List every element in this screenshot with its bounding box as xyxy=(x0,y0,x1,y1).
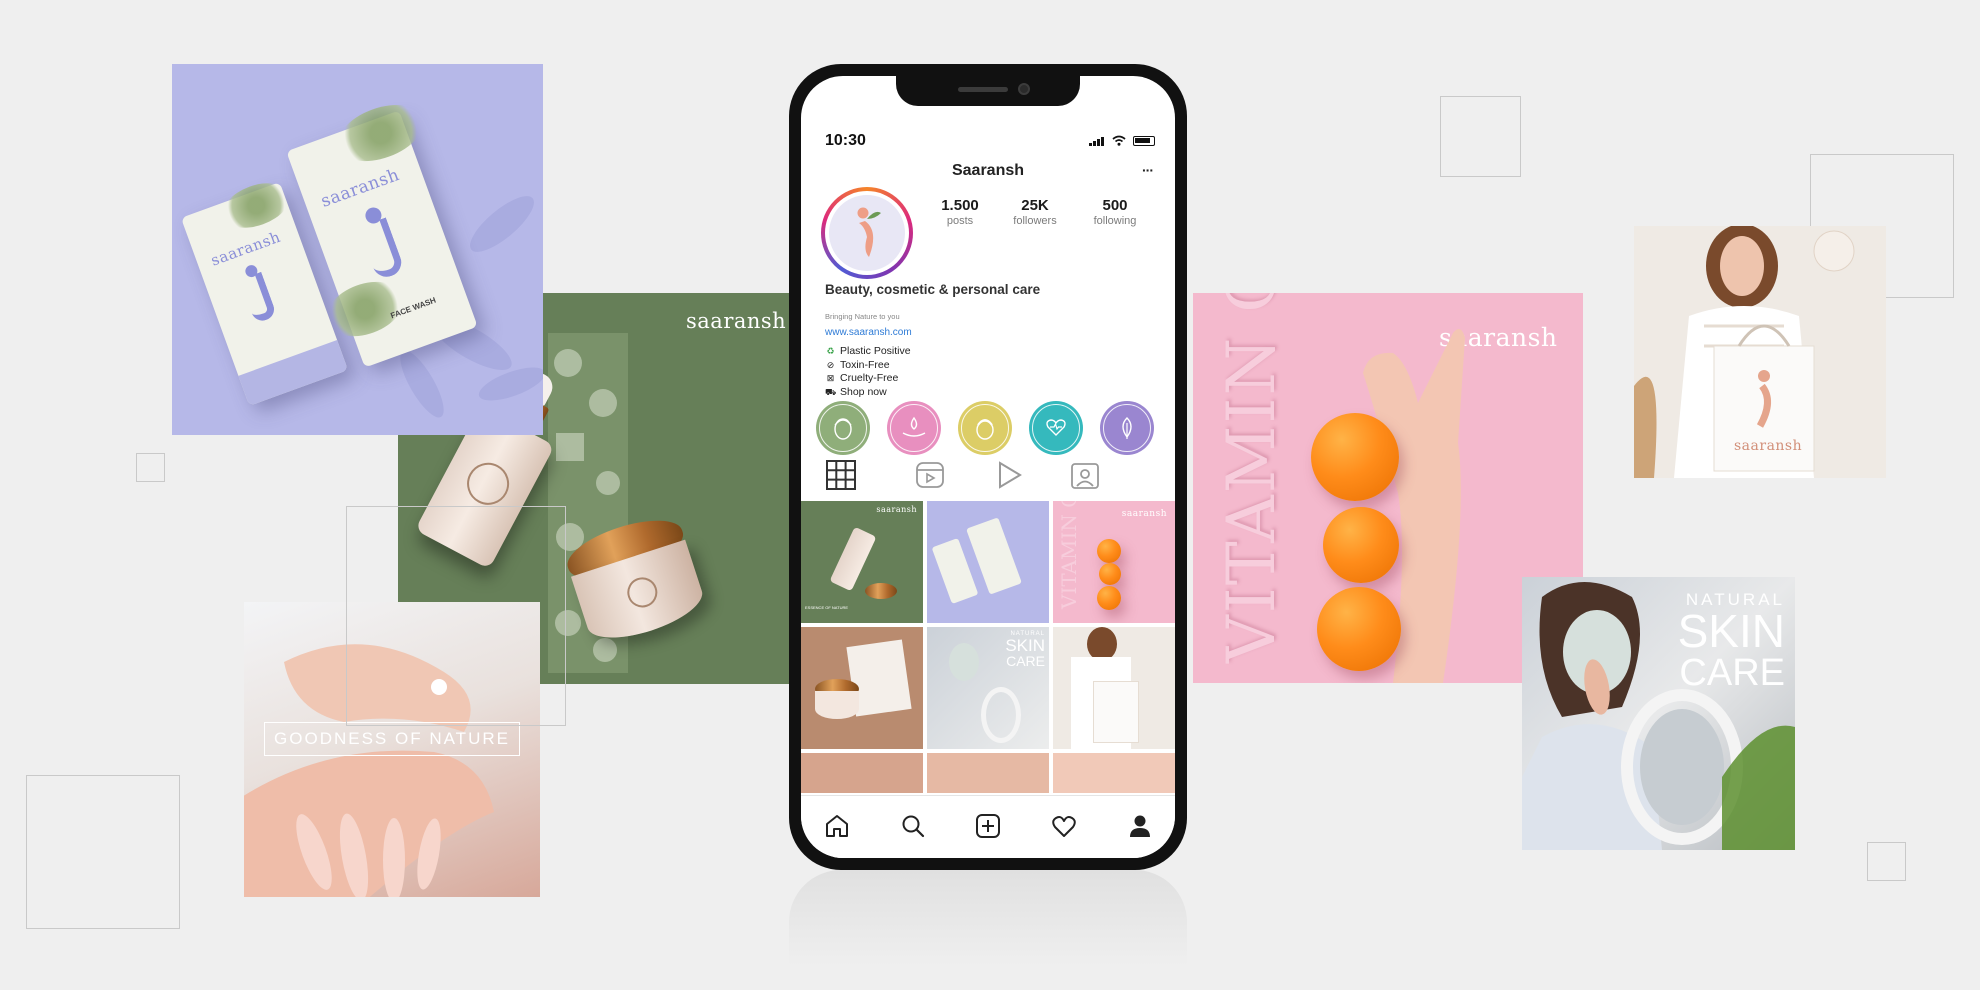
post-caption: ESSENCE OF NATURE xyxy=(805,605,849,610)
post-thumbnail[interactable] xyxy=(801,753,923,793)
cruelty-free-icon: ⊠ xyxy=(826,373,835,383)
instagram-profile-screen: 10:30 Saaransh ··· 1.500 posts 25K follo… xyxy=(801,76,1175,858)
bio-point-text: Toxin-Free xyxy=(840,358,890,371)
video-icon[interactable] xyxy=(992,459,1024,491)
post-thumbnail[interactable]: VITAMIN C saaransh xyxy=(1053,501,1175,623)
decor-square xyxy=(26,775,180,929)
bio-point-text: Cruelty-Free xyxy=(840,372,899,384)
face-care-icon xyxy=(834,418,852,440)
post-thumbnail[interactable]: saaransh ESSENCE OF NATURE xyxy=(801,501,923,623)
post-caption: VITAMIN C xyxy=(1057,501,1081,609)
phone-notch xyxy=(896,76,1080,106)
brand-logo: saaransh xyxy=(1121,509,1167,519)
stat-value: 25K xyxy=(1021,197,1049,214)
phone-reflection xyxy=(789,870,1187,990)
highlight-health-care[interactable] xyxy=(1029,401,1083,455)
brand-logo: saaransh xyxy=(1734,438,1803,454)
bio-point-text: Plastic Positive xyxy=(840,345,911,357)
shopping-bag-post: saaransh xyxy=(1634,226,1886,478)
post-caption: SKIN xyxy=(1005,636,1045,655)
signal-icon xyxy=(1089,136,1105,146)
brand-logo: saaransh xyxy=(318,164,403,212)
post-thumbnail[interactable] xyxy=(927,753,1049,793)
skin-care-post: NATURAL SKIN CARE xyxy=(1522,577,1795,850)
profile-avatar[interactable] xyxy=(821,187,913,279)
post-thumbnail[interactable] xyxy=(801,627,923,749)
battery-icon xyxy=(1133,136,1155,146)
decor-square xyxy=(1867,842,1906,881)
phone-frame: 10:30 Saaransh ··· 1.500 posts 25K follo… xyxy=(789,64,1187,870)
highlight-hand-care[interactable] xyxy=(887,401,941,455)
post-thumbnail[interactable] xyxy=(1053,627,1175,749)
profile-icon[interactable] xyxy=(1126,812,1154,840)
bio-point: ♻ Plastic Positive xyxy=(825,345,911,359)
no-toxin-icon: ⊘ xyxy=(826,359,835,370)
brand-logo: saaransh xyxy=(686,309,787,333)
shop-icon: ⛟ xyxy=(825,386,837,397)
bio-tagline: Bringing Nature to you xyxy=(825,312,900,321)
post-thumbnail[interactable] xyxy=(1053,753,1175,793)
decor-square xyxy=(136,453,165,482)
stat-label: followers xyxy=(1013,215,1057,227)
reels-icon[interactable] xyxy=(914,459,946,491)
wifi-icon xyxy=(1112,135,1126,146)
caption-box: GOODNESS OF NATURE xyxy=(264,722,520,756)
highlight-face-care[interactable] xyxy=(816,401,870,455)
hand-care-icon xyxy=(902,416,926,437)
decor-square xyxy=(1440,96,1521,177)
brand-logo: saaransh xyxy=(876,505,917,514)
more-options-button[interactable]: ··· xyxy=(1142,162,1154,178)
bio-point: ⊘ Toxin-Free xyxy=(825,359,911,373)
decor-square xyxy=(346,506,566,726)
brand-logo: saaransh xyxy=(208,227,283,270)
post-thumbnail[interactable]: NATURAL SKIN CARE xyxy=(927,627,1049,749)
home-icon[interactable] xyxy=(823,812,851,840)
caption-text: GOODNESS OF NATURE xyxy=(274,729,510,748)
stat-label: following xyxy=(1093,215,1137,227)
headline-large: SKIN xyxy=(1677,605,1785,657)
stat-value: 1.500 xyxy=(941,197,979,214)
stat-value: 500 xyxy=(1102,197,1128,214)
brand-logo-icon xyxy=(857,207,881,257)
stat-posts[interactable]: 1.500 posts xyxy=(920,197,1000,227)
add-post-icon[interactable] xyxy=(974,812,1002,840)
post-caption: CARE xyxy=(1006,653,1045,669)
nature-icon xyxy=(1122,417,1132,439)
profile-username: Saaransh xyxy=(951,162,1025,179)
bio-point-text: Shop now xyxy=(840,385,887,398)
bio-point: ⛟ Shop now xyxy=(825,386,911,400)
website-link[interactable]: www.saaransh.com xyxy=(825,327,912,338)
bio-point: ⊠ Cruelty-Free xyxy=(825,372,911,386)
stat-following[interactable]: 500 following xyxy=(1075,197,1155,227)
health-care-icon xyxy=(1046,419,1066,436)
hair-care-icon xyxy=(976,419,994,440)
recycle-icon: ♻ xyxy=(826,346,835,356)
bottom-navigation xyxy=(801,795,1175,858)
bio-title: Beauty, cosmetic & personal care xyxy=(825,282,1041,297)
stat-followers[interactable]: 25K followers xyxy=(995,197,1075,227)
search-icon[interactable] xyxy=(899,812,927,840)
face-wash-post: saaransh saaransh FACE WASH xyxy=(172,64,543,435)
tagged-icon[interactable] xyxy=(1069,459,1101,491)
post-thumbnail[interactable] xyxy=(927,501,1049,623)
highlight-hair-care[interactable] xyxy=(958,401,1012,455)
bio-points: ♻ Plastic Positive ⊘ Toxin-Free ⊠ Cruelty-F… xyxy=(825,345,911,399)
stat-label: posts xyxy=(946,215,974,227)
grid-icon[interactable] xyxy=(825,459,857,491)
headline-block: NATURAL SKIN CARE xyxy=(1678,591,1785,692)
heart-icon[interactable] xyxy=(1050,812,1078,840)
status-time: 10:30 xyxy=(825,132,866,149)
status-icons xyxy=(1089,135,1155,146)
headline-large: CARE xyxy=(1679,652,1785,694)
highlight-nature[interactable] xyxy=(1100,401,1154,455)
